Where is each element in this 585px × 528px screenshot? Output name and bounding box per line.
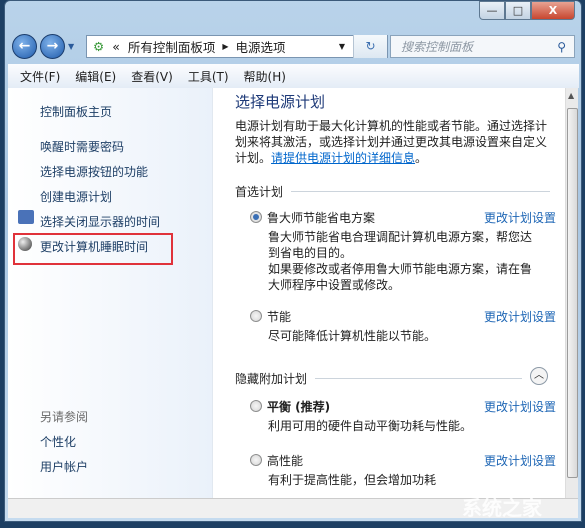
sidebar-home-link[interactable]: 控制面板主页 [40,103,112,120]
sidebar-item-wake-password[interactable]: 唤醒时需要密码 [40,138,124,155]
see-also-personalization[interactable]: 个性化 [40,433,76,450]
plan-description: 尽可能降低计算机性能以节能。 [268,329,437,343]
control-panel-icon: ⚙ [93,39,105,54]
page-description: 电源计划有助于最大化计算机的性能或者节能。通过选择计划来将其激活，或选择计划并通… [235,118,555,166]
scroll-up-icon[interactable]: ▲ [568,91,574,100]
sidebar: 控制面板主页 唤醒时需要密码 选择电源按钮的功能 创建电源计划 选择关闭显示器的… [8,88,213,498]
forward-button[interactable]: → [40,34,65,59]
recent-pages-dropdown[interactable]: ▼ [68,42,74,51]
back-icon: ← [18,38,31,54]
change-plan-settings-link[interactable]: 更改计划设置 [484,308,556,325]
change-plan-settings-link[interactable]: 更改计划设置 [484,452,556,469]
divider [291,191,550,192]
menu-view[interactable]: 查看(V) [131,68,173,85]
sidebar-item-power-buttons[interactable]: 选择电源按钮的功能 [40,163,148,180]
breadcrumb-all-items[interactable]: 所有控制面板项 [128,37,216,56]
plan-radio[interactable] [250,211,262,223]
details-link[interactable]: 请提供电源计划的详细信息 [271,151,415,165]
see-also-user-accounts[interactable]: 用户帐户 [40,458,88,475]
breadcrumb-power-options[interactable]: 电源选项 [236,37,286,56]
sidebar-item-create-plan[interactable]: 创建电源计划 [40,188,112,205]
display-clock-icon [18,210,34,224]
change-plan-settings-link[interactable]: 更改计划设置 [484,209,556,226]
watermark-logo: 系统之家 [462,496,542,520]
plan-radio[interactable] [250,310,262,322]
forward-icon: → [46,38,59,54]
plan-radio[interactable] [250,454,262,466]
plan-balanced: 平衡 (推荐) 更改计划设置 利用可用的硬件自动平衡功耗与性能。 [250,398,556,434]
menu-bar: 文件(F) 编辑(E) 查看(V) 工具(T) 帮助(H) [8,64,579,88]
plan-description: 鲁大师节能省电合理调配计算机电源方案，帮您达到省电的目的。 如果要修改或者停用鲁大… [268,229,541,293]
menu-file[interactable]: 文件(F) [20,68,60,85]
search-input[interactable]: 搜索控制面板 ⚲ [390,35,575,58]
window-controls: — □ X [479,1,575,20]
sidebar-item-display-off-time[interactable]: 选择关闭显示器的时间 [40,213,160,230]
address-bar[interactable]: ⚙ « 所有控制面板项 ▶ 电源选项 ▼ [86,35,388,58]
maximize-button[interactable]: □ [505,1,531,20]
plan-high-performance: 高性能 更改计划设置 有利于提高性能，但会增加功耗 [250,452,556,488]
address-dropdown-icon[interactable]: ▼ [339,42,345,51]
change-plan-settings-link[interactable]: 更改计划设置 [484,398,556,415]
close-button[interactable]: X [531,1,575,20]
plan-desc-line: 鲁大师节能省电合理调配计算机电源方案，帮您达到省电的目的。 [268,230,533,260]
plan-description: 利用可用的硬件自动平衡功耗与性能。 [268,419,473,433]
refresh-button[interactable]: ↻ [353,35,387,58]
search-icon[interactable]: ⚲ [557,40,566,54]
section-title: 首选计划 [235,185,284,199]
breadcrumb-separator-icon[interactable]: ▶ [222,42,228,51]
hidden-plans-header: 隐藏附加计划 [235,370,550,387]
description-suffix: 。 [415,151,428,165]
page-title: 选择电源计划 [235,93,326,111]
chevron-up-icon: ︿ [534,370,544,381]
plan-desc-line: 如果要修改或者停用鲁大师节能电源方案，请在鲁大师程序中设置或修改。 [268,262,533,292]
plan-power-saver: 节能 更改计划设置 尽可能降低计算机性能以节能。 [250,308,556,344]
highlight-box [13,233,173,265]
collapse-button[interactable]: ︿ [530,367,548,385]
scrollbar-thumb[interactable] [567,108,578,478]
back-button[interactable]: ← [12,34,37,59]
section-title: 隐藏附加计划 [235,372,308,386]
refresh-icon: ↻ [365,39,376,53]
preferred-plans-header: 首选计划 [235,183,550,200]
vertical-scrollbar[interactable]: ▲ [565,88,578,498]
menu-tools[interactable]: 工具(T) [188,68,229,85]
navigation-bar: ← → ▼ ⚙ « 所有控制面板项 ▶ 电源选项 ▼ ↻ 搜索控制面板 ⚲ [8,34,577,59]
breadcrumb-prefix[interactable]: « [112,39,120,54]
plan-description: 有利于提高性能，但会增加功耗 [268,473,437,487]
menu-help[interactable]: 帮助(H) [244,68,286,85]
menu-edit[interactable]: 编辑(E) [75,68,116,85]
divider [315,378,522,379]
plan-radio[interactable] [250,400,262,412]
plan-ludashi: 鲁大师节能省电方案 更改计划设置 鲁大师节能省电合理调配计算机电源方案，帮您达到… [250,209,556,293]
see-also-heading: 另请参阅 [40,410,89,424]
main-content: 选择电源计划 电源计划有助于最大化计算机的性能或者节能。通过选择计划来将其激活，… [213,88,565,498]
minimize-button[interactable]: — [479,1,505,20]
search-placeholder: 搜索控制面板 [401,40,474,54]
